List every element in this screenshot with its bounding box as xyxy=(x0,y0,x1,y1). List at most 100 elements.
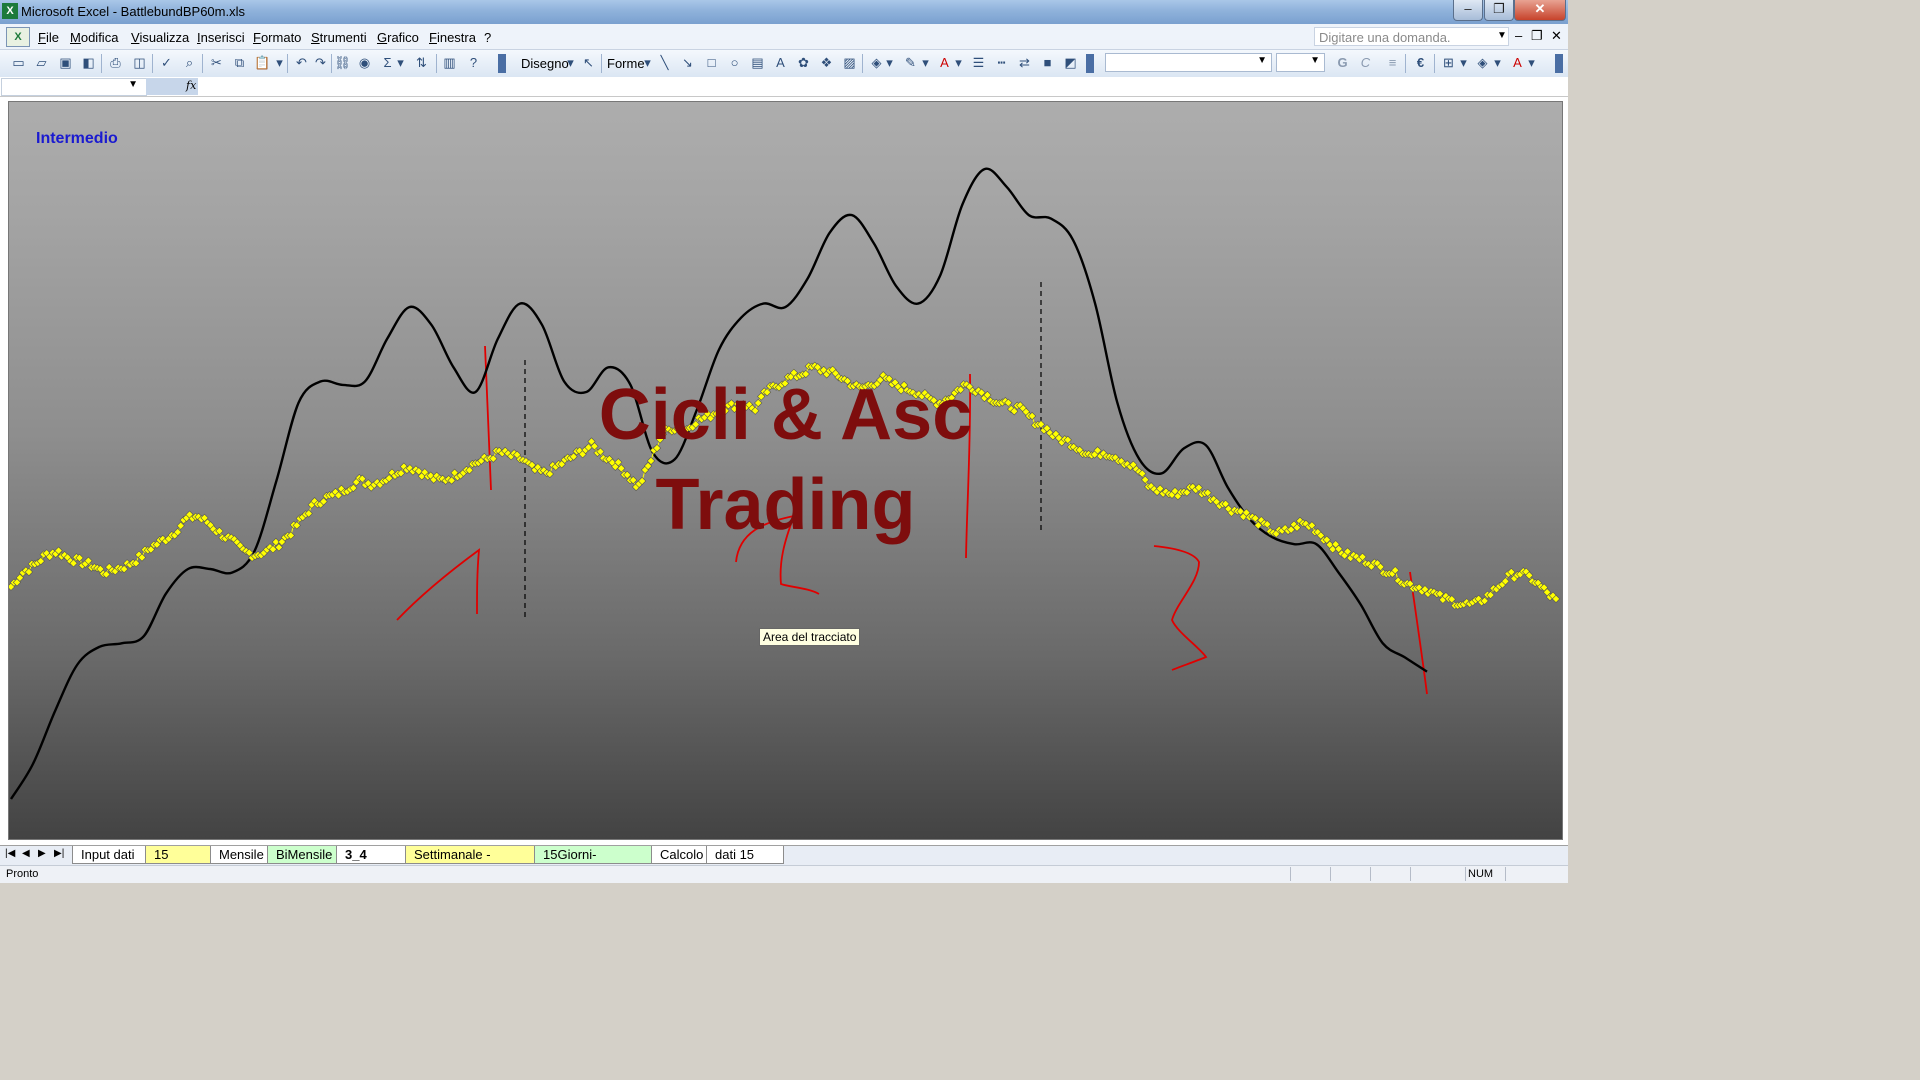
save-icon[interactable]: ▣ xyxy=(57,55,74,71)
first-sheet-icon[interactable]: |◀ xyxy=(5,848,15,859)
autosum-icon[interactable]: Σ xyxy=(379,55,396,71)
open-icon[interactable]: ▱ xyxy=(33,55,50,71)
chart-wizard-icon[interactable]: ▥ xyxy=(441,55,458,71)
rectangle-icon[interactable]: □ xyxy=(703,55,720,71)
dash-style-icon[interactable]: ┅ xyxy=(993,55,1010,71)
sheet-tab[interactable]: Calcolo xyxy=(651,846,707,864)
select-objects-icon[interactable]: ↖ xyxy=(580,55,597,71)
sheet-tab[interactable]: 3_4 Mesi xyxy=(336,846,406,879)
clipart-icon[interactable]: ❖ xyxy=(818,55,835,71)
chevron-down-icon[interactable]: ▾ xyxy=(643,55,652,71)
chevron-down-icon[interactable]: ▾ xyxy=(566,55,575,71)
bold-icon[interactable]: G xyxy=(1334,55,1351,71)
sort-icon[interactable]: ⇅ xyxy=(413,55,430,71)
menu-grafico[interactable]: Grafico xyxy=(377,30,419,45)
menu-visualizza[interactable]: Visualizza xyxy=(131,30,189,45)
draw-menu[interactable]: Disegno xyxy=(521,56,569,71)
cut-icon[interactable]: ✂ xyxy=(208,55,225,71)
menu-formato[interactable]: Formato xyxy=(253,30,301,45)
excel-icon[interactable]: X xyxy=(2,3,18,19)
sheet-tab-bar: |◀ ◀ ▶ ▶| Input dati15 giorniMensileBiMe… xyxy=(0,845,1568,879)
restore-button[interactable]: ❐ xyxy=(1484,0,1514,21)
menu-file[interactable]: File xyxy=(38,30,59,45)
shadow-icon[interactable]: ■ xyxy=(1039,55,1056,71)
chevron-down-icon: ▼ xyxy=(1257,55,1267,66)
sheet-tab[interactable]: 15 giorni xyxy=(145,846,211,879)
hyperlink-icon[interactable]: ⛓ xyxy=(334,55,351,71)
permission-icon[interactable]: ◧ xyxy=(80,55,97,71)
line-style-icon[interactable]: ☰ xyxy=(970,55,987,71)
insert-function-button[interactable]: fx xyxy=(146,78,198,95)
menu-modifica[interactable]: Modifica xyxy=(70,30,118,45)
fill-color-icon[interactable]: ◈ xyxy=(1474,55,1491,71)
italic-icon[interactable]: C xyxy=(1357,55,1374,71)
window-title: Microsoft Excel - BattlebundBP60m.xls xyxy=(21,4,245,19)
font-size-select[interactable]: ▼ xyxy=(1276,53,1325,72)
paste-icon[interactable]: 📋 xyxy=(254,55,271,71)
chevron-down-icon[interactable]: ▼ xyxy=(1497,30,1507,41)
menu-strumenti[interactable]: Strumenti xyxy=(311,30,367,45)
fill-color-icon[interactable]: ◈ xyxy=(868,55,885,71)
redo-icon[interactable]: ↷ xyxy=(312,55,329,71)
doc-close-icon[interactable]: ✕ xyxy=(1551,28,1562,44)
picture-icon[interactable]: ▨ xyxy=(841,55,858,71)
chevron-down-icon[interactable]: ▾ xyxy=(1493,55,1502,71)
line-color-icon[interactable]: ✎ xyxy=(902,55,919,71)
last-sheet-icon[interactable]: ▶| xyxy=(54,848,64,859)
doc-minimize-icon[interactable]: – xyxy=(1515,28,1522,43)
chevron-down-icon[interactable]: ▾ xyxy=(885,55,894,71)
oval-icon[interactable]: ○ xyxy=(726,55,743,71)
minimize-button[interactable]: – xyxy=(1453,0,1483,21)
prev-sheet-icon[interactable]: ◀ xyxy=(22,848,30,859)
chevron-down-icon[interactable]: ▾ xyxy=(396,55,405,71)
font-color-icon[interactable]: A xyxy=(1509,55,1526,71)
workbook-icon[interactable]: X xyxy=(6,27,30,47)
print-icon[interactable]: ⎙ xyxy=(107,55,124,71)
undo-icon[interactable]: ↶ xyxy=(293,55,310,71)
wordart-icon[interactable]: A xyxy=(772,55,789,71)
name-box[interactable]: ▼ xyxy=(1,78,147,96)
research-icon[interactable]: ⌕ xyxy=(181,55,198,71)
align-center-icon[interactable]: ≡ xyxy=(1384,55,1401,71)
new-icon[interactable]: ▭ xyxy=(10,55,27,71)
toolbar: ▭ ▱ ▣ ◧ ⎙ ◫ ✓ ⌕ ✂ ⧉ 📋 ▾ ↶ ↷ ⛓ ◉ Σ ▾ ⇅ ▥ … xyxy=(0,50,1568,78)
euro-icon[interactable]: € xyxy=(1412,55,1429,71)
3d-style-icon[interactable]: ◩ xyxy=(1062,55,1079,71)
menu-help[interactable]: ? xyxy=(484,30,491,45)
research-books-icon[interactable]: ◉ xyxy=(356,55,373,71)
menu-inserisci[interactable]: Inserisci xyxy=(197,30,245,45)
copy-icon[interactable]: ⧉ xyxy=(231,55,248,71)
doc-restore-icon[interactable]: ❐ xyxy=(1531,28,1543,44)
sheet-tab[interactable]: Mensile xyxy=(210,846,268,864)
sheet-tab[interactable]: Input dati xyxy=(72,846,146,864)
print-preview-icon[interactable]: ◫ xyxy=(131,55,148,71)
sheet-tab[interactable]: dati 15 min xyxy=(706,846,784,879)
chevron-down-icon: ▼ xyxy=(1310,55,1320,66)
arrow-icon[interactable]: ↘ xyxy=(679,55,696,71)
font-color-icon[interactable]: A xyxy=(936,55,953,71)
menu-finestra[interactable]: Finestra xyxy=(429,30,476,45)
ask-question-input[interactable]: Digitare una domanda. xyxy=(1314,27,1509,46)
arrow-style-icon[interactable]: ⇄ xyxy=(1016,55,1033,71)
chevron-down-icon[interactable]: ▾ xyxy=(1459,55,1468,71)
chart-area[interactable]: Intermedio Cicli & Asc Trading Area del … xyxy=(0,97,1568,845)
textbox-icon[interactable]: ▤ xyxy=(749,55,766,71)
diagram-icon[interactable]: ✿ xyxy=(795,55,812,71)
chevron-down-icon[interactable]: ▼ xyxy=(128,79,138,90)
autoshapes-menu[interactable]: Forme xyxy=(607,56,645,71)
chevron-down-icon[interactable]: ▾ xyxy=(954,55,963,71)
chevron-down-icon[interactable]: ▾ xyxy=(921,55,930,71)
chevron-down-icon[interactable]: ▾ xyxy=(1527,55,1536,71)
borders-icon[interactable]: ⊞ xyxy=(1440,55,1457,71)
sheet-tab[interactable]: BiMensile xyxy=(267,846,337,864)
spelling-icon[interactable]: ✓ xyxy=(158,55,175,71)
next-sheet-icon[interactable]: ▶ xyxy=(38,848,46,859)
line-icon[interactable]: ╲ xyxy=(656,55,673,71)
font-name-select[interactable]: ▼ xyxy=(1105,53,1272,72)
sheet-tab[interactable]: 15Giorni-Bmensile xyxy=(534,846,652,879)
close-button[interactable]: ✕ xyxy=(1514,0,1566,21)
plot-area[interactable]: Intermedio Cicli & Asc Trading Area del … xyxy=(8,101,1563,840)
sheet-tab[interactable]: Settimanale -Mensile xyxy=(405,846,535,879)
chevron-down-icon[interactable]: ▾ xyxy=(275,55,284,71)
help-icon[interactable]: ? xyxy=(465,55,482,71)
